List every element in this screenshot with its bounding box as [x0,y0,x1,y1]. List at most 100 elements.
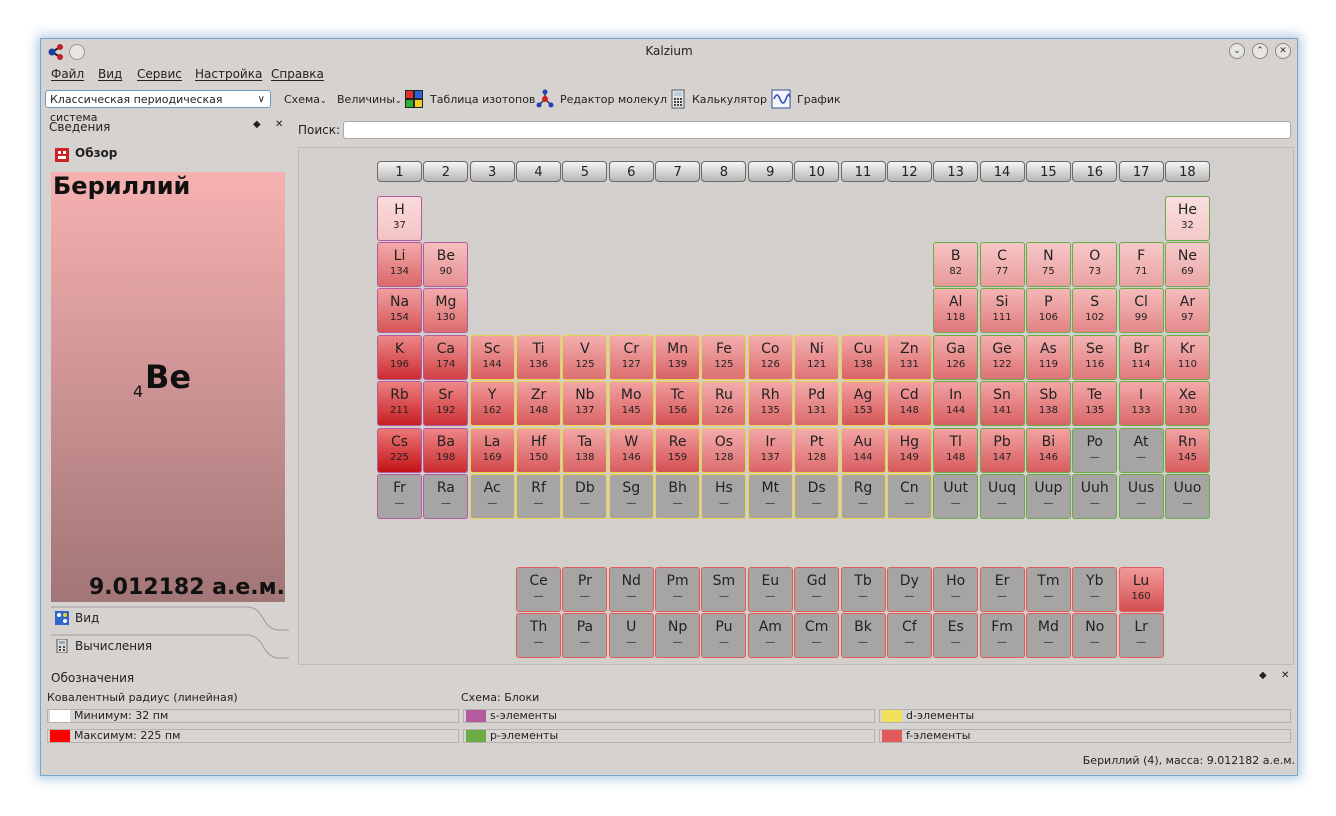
isotope-table-icon[interactable] [404,89,424,109]
element-cell[interactable]: Hs — [701,474,747,519]
element-cell[interactable]: Re 159 [655,428,701,473]
element-cell[interactable]: Hg 149 [886,428,932,473]
element-cell[interactable]: Bh — [655,474,701,519]
element-cell[interactable]: Zn 131 [886,335,932,380]
element-cell[interactable]: Eu — [747,567,793,612]
element-cell[interactable]: Ni 121 [794,335,840,380]
element-cell[interactable]: Uuh — [1072,474,1118,519]
element-cell[interactable]: Pr — [562,567,608,612]
group-header[interactable]: 10 [794,161,840,182]
element-cell[interactable]: S 102 [1072,288,1118,333]
calculator-button[interactable]: Калькулятор [692,93,767,106]
element-cell[interactable]: Md — [1025,613,1071,658]
element-cell[interactable]: Mn 139 [655,335,701,380]
element-cell[interactable]: Ru 126 [701,381,747,426]
element-cell[interactable]: Ti 136 [516,335,562,380]
element-cell[interactable]: He 32 [1164,196,1210,241]
element-cell[interactable]: Np — [655,613,701,658]
element-cell[interactable]: Rf — [516,474,562,519]
element-cell[interactable]: Rn 145 [1164,428,1210,473]
calculator-icon[interactable] [668,89,688,109]
element-cell[interactable]: Yb — [1072,567,1118,612]
element-cell[interactable]: Br 114 [1118,335,1164,380]
element-cell[interactable]: Rh 135 [747,381,793,426]
element-cell[interactable]: Ho — [933,567,979,612]
float-dock-icon[interactable]: ◆ [253,119,261,130]
element-cell[interactable]: Po — [1072,428,1118,473]
element-cell[interactable]: Ar 97 [1164,288,1210,333]
element-cell[interactable]: Lr — [1118,613,1164,658]
element-cell[interactable]: Ge 122 [979,335,1025,380]
element-cell[interactable]: H 37 [377,196,422,241]
element-cell[interactable]: Ag 153 [840,381,886,426]
values-button[interactable]: Величины⌄ [337,93,402,106]
group-header[interactable]: 14 [979,161,1025,182]
element-cell[interactable]: Es — [933,613,979,658]
group-header[interactable]: 6 [608,161,654,182]
element-cell[interactable]: Ds — [794,474,840,519]
element-cell[interactable]: U — [608,613,654,658]
element-cell[interactable]: Sc 144 [469,335,515,380]
close-icon[interactable]: ✕ [1275,43,1291,59]
element-cell[interactable]: Rb 211 [377,381,422,426]
overview-tab[interactable]: Обзор [75,146,117,160]
element-cell[interactable]: Os 128 [701,428,747,473]
close-dock-icon[interactable]: ✕ [1281,670,1289,681]
element-cell[interactable]: Er — [979,567,1025,612]
element-cell[interactable]: Ba 198 [423,428,469,473]
element-cell[interactable]: Kr 110 [1164,335,1210,380]
element-cell[interactable]: Ga 126 [933,335,979,380]
element-cell[interactable]: W 146 [608,428,654,473]
element-cell[interactable]: Ir 137 [747,428,793,473]
group-header[interactable]: 18 [1164,161,1210,182]
view-tab[interactable]: Вид [51,606,289,632]
element-cell[interactable]: Sr 192 [423,381,469,426]
calculations-tab[interactable]: Вычисления [51,634,289,660]
element-cell[interactable]: Pa — [562,613,608,658]
element-cell[interactable]: Ac — [469,474,515,519]
element-cell[interactable]: Am — [747,613,793,658]
element-cell[interactable]: K 196 [377,335,422,380]
element-cell[interactable]: Ca 174 [423,335,469,380]
group-header[interactable]: 12 [886,161,932,182]
element-cell[interactable]: Bi 146 [1025,428,1071,473]
menu-settings[interactable]: Настройка [195,67,262,81]
element-cell[interactable]: Fe 125 [701,335,747,380]
close-dock-icon[interactable]: ✕ [275,119,283,130]
element-cell[interactable]: Uuo — [1164,474,1210,519]
element-cell[interactable]: V 125 [562,335,608,380]
isotope-table-button[interactable]: Таблица изотопов [430,93,535,106]
element-cell[interactable]: Au 144 [840,428,886,473]
element-cell[interactable]: Nb 137 [562,381,608,426]
element-cell[interactable]: O 73 [1072,242,1118,287]
element-cell[interactable]: F 71 [1118,242,1164,287]
element-cell[interactable]: Mg 130 [423,288,469,333]
group-header[interactable]: 16 [1072,161,1118,182]
element-cell[interactable]: Ce — [516,567,562,612]
element-cell[interactable]: Tm — [1025,567,1071,612]
element-cell[interactable]: Sn 141 [979,381,1025,426]
scheme-select[interactable]: Классическая периодическая система ∨ [45,90,271,124]
element-cell[interactable]: Co 126 [747,335,793,380]
element-cell[interactable]: Tc 156 [655,381,701,426]
element-cell[interactable]: Y 162 [469,381,515,426]
element-cell[interactable]: Tl 148 [933,428,979,473]
group-header[interactable]: 9 [747,161,793,182]
molecule-editor-button[interactable]: Редактор молекул [560,93,667,106]
element-cell[interactable]: La 169 [469,428,515,473]
element-cell[interactable]: Xe 130 [1164,381,1210,426]
group-header[interactable]: 1 [377,161,422,182]
plot-icon[interactable] [771,89,791,109]
element-cell[interactable]: Lu 160 [1118,567,1164,612]
element-cell[interactable]: Cl 99 [1118,288,1164,333]
maximize-icon[interactable]: ⌃ [1252,43,1268,59]
element-cell[interactable]: Th — [516,613,562,658]
element-cell[interactable]: Cn — [886,474,932,519]
element-cell[interactable]: Cd 148 [886,381,932,426]
element-cell[interactable]: Dy — [886,567,932,612]
element-cell[interactable]: Fr — [377,474,422,519]
element-cell[interactable]: Ta 138 [562,428,608,473]
element-cell[interactable]: Mo 145 [608,381,654,426]
molecule-editor-icon[interactable] [535,89,555,109]
element-cell[interactable]: As 119 [1025,335,1071,380]
